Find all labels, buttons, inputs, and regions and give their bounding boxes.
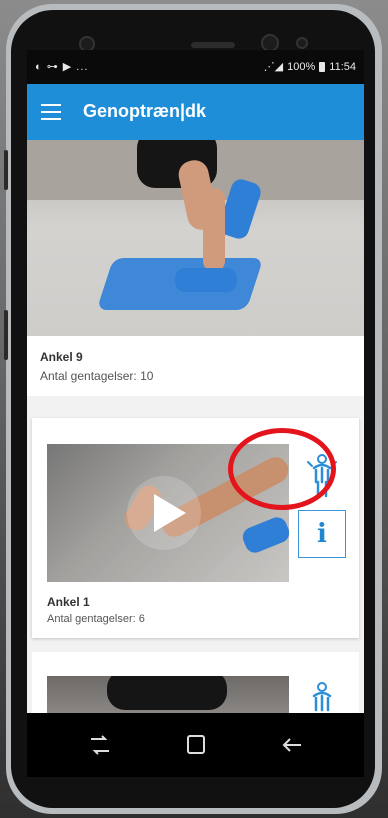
exercise-video[interactable]: [47, 676, 289, 713]
highlight-circle: [228, 428, 336, 510]
exercise-title: Ankel 1: [47, 595, 90, 609]
status-right: ⋰◢ 100% 11:54: [263, 60, 356, 74]
notification-icons: ◐ ⊶ ▶ ...: [35, 61, 89, 73]
body-figure-icon[interactable]: [298, 680, 346, 713]
bixby-button: [4, 310, 8, 360]
exercise-reps: Antal gentagelser: 10: [40, 369, 154, 383]
play-icon[interactable]: [154, 494, 186, 532]
signal-icon: ⋰◢: [263, 61, 284, 73]
photo-shoe-front: [175, 268, 237, 292]
battery-icon: [319, 61, 326, 72]
navigation-bar: [27, 713, 364, 777]
speaker-grille: [191, 42, 235, 48]
home-icon[interactable]: [181, 731, 211, 759]
exercise-reps: Antal gentagelser: 6: [47, 613, 145, 625]
video-shoe: [239, 514, 289, 556]
info-button[interactable]: i: [298, 510, 346, 558]
exercise-card[interactable]: [32, 652, 359, 713]
recent-apps-icon[interactable]: [85, 731, 115, 759]
battery-percent: 100%: [287, 60, 316, 73]
clock: 11:54: [329, 60, 356, 73]
exercise-list[interactable]: Ankel 9 Antal gentagelser: 10 i Ankel 1: [27, 140, 364, 713]
app-title: Genoptræn|dk: [83, 101, 207, 121]
exercise-title: Ankel 9: [40, 350, 83, 364]
phone-screen: ◐ ⊶ ▶ ... ⋰◢ 100% 11:54 Genoptræn|dk Ank…: [27, 50, 364, 713]
hamburger-menu-icon[interactable]: [41, 104, 61, 120]
app-bar: Genoptræn|dk: [27, 84, 364, 140]
exercise-card[interactable]: Ankel 9 Antal gentagelser: 10: [27, 140, 364, 396]
back-arrow-icon[interactable]: [277, 731, 307, 759]
photo-leg-front: [203, 188, 225, 272]
exercise-photo: [27, 140, 364, 336]
status-bar: ◐ ⊶ ▶ ... ⋰◢ 100% 11:54: [27, 50, 364, 84]
video-shorts: [107, 676, 227, 710]
sensor-small: [296, 37, 308, 49]
volume-button: [4, 150, 8, 190]
